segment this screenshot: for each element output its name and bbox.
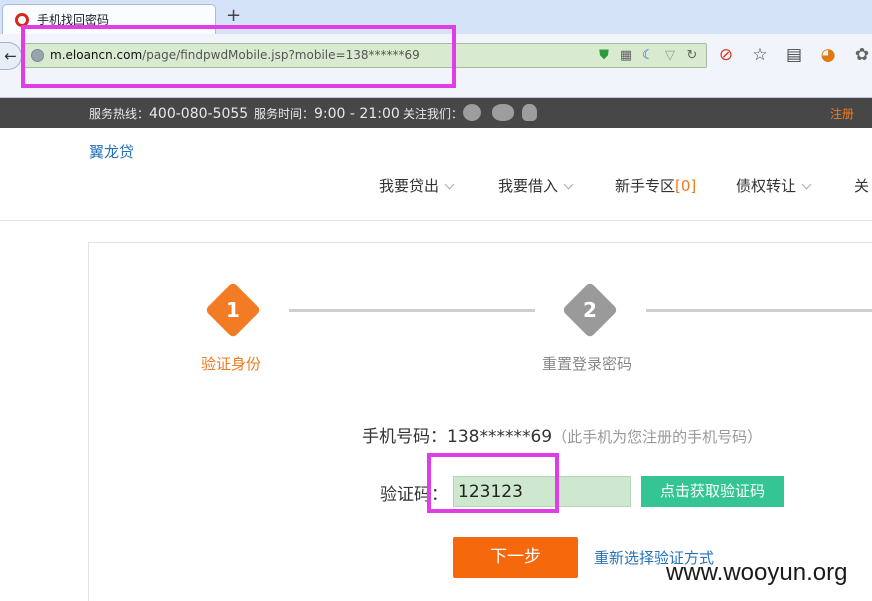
phone-label: 手机号码： xyxy=(362,427,447,447)
site-top-strip: 服务热线：400-080-5055 服务时间：9:00 - 21:00 关注我们… xyxy=(0,98,872,128)
block-icon[interactable]: ⊘ xyxy=(716,44,736,66)
moon-icon[interactable]: ☾ xyxy=(640,47,656,65)
nav-item-transfer[interactable]: 债权转让 xyxy=(736,175,812,196)
browser-tab[interactable]: 手机找回密码 xyxy=(2,4,216,35)
browser-tab-bar: 手机找回密码 + xyxy=(0,0,872,35)
url-text[interactable]: m.eloancn.com/page/findpwdMobile.jsp?mob… xyxy=(50,48,420,62)
globe-icon xyxy=(31,49,44,62)
chevron-down-icon xyxy=(563,179,574,190)
phone-row: 手机号码：138******69（此手机为您注册的手机号码） xyxy=(362,422,762,447)
address-bar[interactable]: m.eloancn.com/page/findpwdMobile.jsp?mob… xyxy=(24,43,707,68)
step-connector xyxy=(646,309,872,312)
follow-label: 关注我们： xyxy=(403,107,464,121)
step1-label: 验证身份 xyxy=(201,355,262,373)
step-connector xyxy=(289,309,535,312)
url-host: m.eloancn.com xyxy=(50,48,143,62)
register-link[interactable]: 注册 xyxy=(830,105,854,122)
browser-navigation-bar: ← m.eloancn.com/page/findpwdMobile.jsp?m… xyxy=(0,34,872,98)
address-bar-icons: ⛊ ▦ ☾ ▽ ↻ xyxy=(596,47,700,65)
back-button[interactable]: ← xyxy=(0,42,22,70)
verification-code-label: 验证码： xyxy=(380,485,448,505)
step2-number: 2 xyxy=(583,298,597,322)
step2-label: 重置登录密码 xyxy=(542,355,633,373)
shield-icon[interactable]: ⛊ xyxy=(596,47,612,65)
get-code-button[interactable]: 点击获取验证码 xyxy=(641,476,784,507)
hotline-number: 400-080-5055 xyxy=(149,106,249,122)
nav-item-newbie[interactable]: 新手专区[0] xyxy=(615,175,696,196)
star-icon[interactable]: ☆ xyxy=(750,44,770,66)
nav-item-borrow[interactable]: 我要借入 xyxy=(498,175,574,196)
site-favicon-icon xyxy=(15,13,29,27)
qr-icon[interactable]: ▦ xyxy=(618,47,634,65)
next-step-button[interactable]: 下一步 xyxy=(453,537,578,578)
nav-item-lend[interactable]: 我要贷出 xyxy=(379,175,455,196)
reader-icon[interactable]: ▤ xyxy=(784,44,804,66)
step1-number: 1 xyxy=(226,298,240,322)
chevron-down-icon xyxy=(444,179,455,190)
hotline: 服务热线：400-080-5055 xyxy=(89,105,248,122)
qq-icon[interactable] xyxy=(522,104,537,121)
nav-newbie-label: 新手专区 xyxy=(615,177,676,195)
wechat-icon[interactable] xyxy=(492,104,514,121)
chevron-down-icon xyxy=(801,179,812,190)
weibo-icon[interactable] xyxy=(463,104,481,121)
url-path: /page/findpwdMobile.jsp?mobile=138******… xyxy=(142,48,420,62)
watermark: www.wooyun.org xyxy=(666,559,848,586)
site-logo[interactable]: 翼龙贷 xyxy=(89,141,134,162)
nav-lend-label: 我要贷出 xyxy=(379,177,440,195)
nav-item-about[interactable]: 关 xyxy=(854,175,869,196)
newbie-count-badge: [0] xyxy=(675,177,697,195)
service-hours: 服务时间：9:00 - 21:00 xyxy=(254,105,400,122)
palette-icon[interactable]: ✿ xyxy=(852,44,872,66)
site-header: 翼龙贷 我要贷出 我要借入 新手专区[0] 债权转让 关 xyxy=(0,128,872,221)
hours-value: 9:00 - 21:00 xyxy=(314,106,400,122)
new-tab-button[interactable]: + xyxy=(226,6,241,26)
phone-note: （此手机为您注册的手机号码） xyxy=(552,428,763,446)
firefox-icon[interactable]: ◕ xyxy=(818,44,838,66)
phone-value: 138******69 xyxy=(447,427,553,447)
browser-toolbar: ⊘ ☆ ▤ ◕ ✿ xyxy=(716,44,872,66)
hours-label: 服务时间： xyxy=(254,107,315,121)
verification-code-input[interactable] xyxy=(453,476,631,507)
nav-transfer-label: 债权转让 xyxy=(736,177,797,195)
nav-borrow-label: 我要借入 xyxy=(498,177,559,195)
tab-title: 手机找回密码 xyxy=(37,13,110,27)
reload-icon[interactable]: ↻ xyxy=(684,47,700,65)
dropdown-icon[interactable]: ▽ xyxy=(662,47,678,65)
hotline-label: 服务热线： xyxy=(89,107,150,121)
